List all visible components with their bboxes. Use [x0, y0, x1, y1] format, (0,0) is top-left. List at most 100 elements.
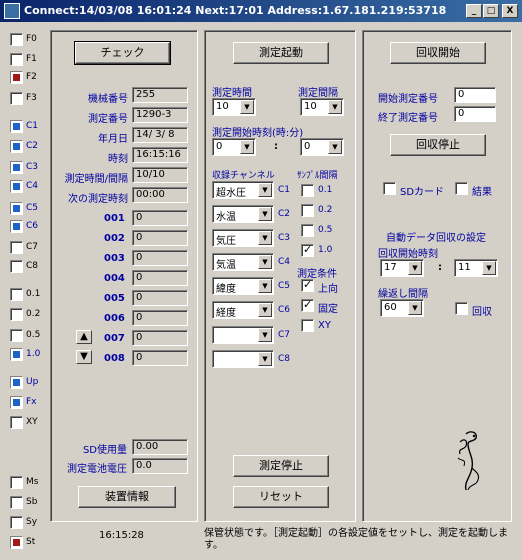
channel-select-c7[interactable]: ▼: [212, 326, 274, 344]
start-time-label: 測定開始時刻(時:分): [212, 128, 304, 139]
repeat-interval-select[interactable]: 60 ▼: [380, 299, 424, 317]
end-number-label: 終了測定番号: [378, 113, 438, 124]
side-checkbox-st[interactable]: [10, 536, 23, 549]
result-checkbox[interactable]: [455, 182, 468, 195]
channel-select-c4[interactable]: 気温 ▼: [212, 253, 274, 271]
start-measure-button[interactable]: 測定起動: [233, 42, 329, 64]
side-label-sy: Sy: [26, 517, 38, 527]
sampling-checkbox-05[interactable]: [301, 224, 314, 237]
side-label-f1: F1: [26, 54, 37, 64]
sampling-checkbox-02[interactable]: [301, 204, 314, 217]
measure-time-select[interactable]: 10 ▼: [212, 98, 256, 116]
side-checkbox-c8[interactable]: [10, 260, 23, 273]
channel-select-c2[interactable]: 水温 ▼: [212, 205, 274, 223]
up-arrow-button[interactable]: ▲: [76, 330, 92, 344]
collect-hour-select[interactable]: 17 ▼: [380, 259, 424, 277]
channel-number-label: 008: [104, 353, 125, 364]
collect-start-button[interactable]: 回収開始: [390, 42, 486, 64]
collect-checkbox[interactable]: [455, 302, 468, 315]
side-checkbox-10[interactable]: [10, 348, 23, 361]
side-checkbox-up[interactable]: [10, 376, 23, 389]
start-number-input[interactable]: 0: [454, 87, 496, 103]
field-label: 時刻: [108, 154, 128, 165]
side-checkbox-01[interactable]: [10, 288, 23, 301]
title-bar: Connect:14/03/08 16:01:24 Next:17:01 Add…: [0, 0, 522, 22]
channel-code-label: C7: [278, 330, 291, 340]
side-label-c2: C2: [26, 141, 39, 151]
side-label-c5: C5: [26, 203, 39, 213]
end-number-input[interactable]: 0: [454, 106, 496, 122]
collect-minute-select[interactable]: 11 ▼: [454, 259, 498, 277]
collect-minute-value: 11: [458, 262, 471, 273]
measure-time-value: 10: [216, 101, 229, 112]
side-checkbox-f0[interactable]: [10, 33, 23, 46]
channel-select-c8[interactable]: ▼: [212, 350, 274, 368]
side-label-c4: C4: [26, 181, 39, 191]
side-checkbox-f1[interactable]: [10, 53, 23, 66]
channel-reading: 0: [132, 290, 188, 306]
channel-code-label: C1: [278, 185, 291, 195]
channel-select-c5[interactable]: 緯度 ▼: [212, 277, 274, 295]
measure-time-label: 測定時間: [212, 88, 252, 99]
channel-select-c1[interactable]: 超水圧 ▼: [212, 181, 274, 199]
sd-card-checkbox[interactable]: [383, 182, 396, 195]
side-checkbox-xy[interactable]: [10, 416, 23, 429]
channel-code-label: C4: [278, 257, 291, 267]
start-hour-select[interactable]: 0 ▼: [212, 138, 256, 156]
check-button[interactable]: チェック: [74, 41, 171, 65]
condition-checkbox[interactable]: [301, 298, 314, 312]
app-icon: [4, 3, 20, 19]
side-checkbox-f3[interactable]: [10, 92, 23, 105]
side-checkbox-fx[interactable]: [10, 396, 23, 409]
side-label-up: Up: [26, 377, 39, 387]
condition-checkbox[interactable]: [301, 278, 314, 292]
collect-time-label: 回収開始時刻: [378, 249, 438, 260]
channel-reading: 0: [132, 230, 188, 246]
collect-stop-button[interactable]: 回収停止: [390, 134, 486, 156]
repeat-interval-label: 繰返し間隔: [378, 289, 428, 300]
side-checkbox-ms[interactable]: [10, 476, 23, 489]
field-value: 255: [132, 87, 188, 103]
device-info-button[interactable]: 装置情報: [78, 486, 176, 508]
field-value: 14/ 3/ 8: [132, 127, 188, 143]
minimize-button[interactable]: _: [466, 4, 482, 18]
down-arrow-button[interactable]: ▼: [76, 350, 92, 364]
collect-hour-value: 17: [384, 262, 397, 273]
side-checkbox-c6[interactable]: [10, 220, 23, 233]
channel-select-c3[interactable]: 気圧 ▼: [212, 229, 274, 247]
channel-select-value: 超水圧: [216, 188, 246, 199]
measure-interval-select[interactable]: 10 ▼: [300, 98, 344, 116]
side-checkbox-c5[interactable]: [10, 202, 23, 215]
side-checkbox-sb[interactable]: [10, 496, 23, 509]
side-checkbox-c4[interactable]: [10, 180, 23, 193]
side-label-f2: F2: [26, 72, 37, 82]
side-checkbox-02[interactable]: [10, 308, 23, 321]
close-button[interactable]: X: [502, 4, 518, 18]
battery-voltage-label: 測定電池電圧: [67, 464, 127, 475]
maximize-button[interactable]: □: [483, 4, 499, 18]
status-message: 保管状態です。［測定起動］の各設定値をセットし、測定を起動します。: [204, 528, 508, 551]
stop-measure-button[interactable]: 測定停止: [233, 455, 329, 477]
repeat-interval-value: 60: [384, 302, 397, 313]
side-checkbox-sy[interactable]: [10, 516, 23, 529]
channel-select-c6[interactable]: 経度 ▼: [212, 301, 274, 319]
channel-code-label: C3: [278, 233, 291, 243]
side-checkbox-c7[interactable]: [10, 241, 23, 254]
sampling-label: 1.0: [318, 245, 333, 255]
side-checkbox-f2[interactable]: [10, 71, 23, 84]
channel-select-value: 経度: [216, 308, 236, 319]
side-checkbox-c1[interactable]: [10, 120, 23, 133]
side-checkbox-c2[interactable]: [10, 140, 23, 153]
side-label-05: 0.5: [26, 330, 41, 340]
sampling-checkbox-10[interactable]: [301, 243, 314, 257]
condition-checkbox[interactable]: [301, 319, 314, 332]
reset-button[interactable]: リセット: [233, 486, 329, 508]
side-checkbox-05[interactable]: [10, 329, 23, 342]
side-label-ms: Ms: [26, 477, 39, 487]
sampling-checkbox-01[interactable]: [301, 184, 314, 197]
channel-code-label: C2: [278, 209, 291, 219]
field-value: 1290-3: [132, 107, 188, 123]
side-checkbox-c3[interactable]: [10, 161, 23, 174]
side-label-c1: C1: [26, 121, 39, 131]
start-minute-select[interactable]: 0 ▼: [300, 138, 344, 156]
